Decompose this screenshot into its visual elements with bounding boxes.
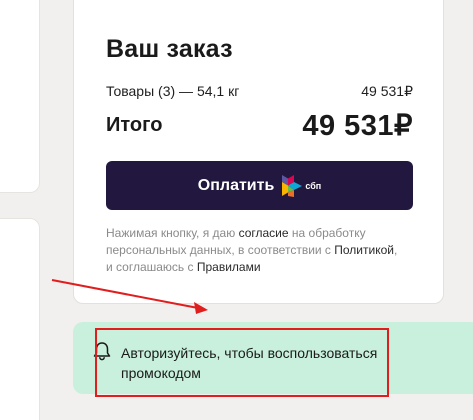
goods-row: Товары (3) — 54,1 кг 49 531₽ (106, 81, 413, 101)
rules-link[interactable]: Правилами (197, 260, 261, 274)
order-summary-card: Ваш заказ Товары (3) — 54,1 кг 49 531₽ И… (73, 0, 444, 304)
consent-link[interactable]: согласие (239, 226, 289, 240)
total-label: Итого (106, 113, 163, 136)
total-value: 49 531₽ (302, 109, 413, 142)
annotation-highlight-box (95, 328, 389, 397)
pay-button[interactable]: Оплатить сбп (106, 161, 413, 210)
consent-text: Нажимая кнопку, я даю согласие на обрабо… (106, 225, 406, 276)
goods-label: Товары (3) — 54,1 кг (106, 83, 240, 99)
total-row: Итого 49 531₽ (106, 107, 413, 143)
sbp-logo-text: сбп (305, 180, 322, 191)
goods-price: 49 531₽ (361, 82, 413, 99)
left-panel-card (0, 218, 40, 420)
consent-text-part: Нажимая кнопку, я даю (106, 226, 239, 240)
checkout-page: Ваш заказ Товары (3) — 54,1 кг 49 531₽ И… (0, 0, 473, 420)
policy-link[interactable]: Политикой (334, 243, 394, 257)
left-panel-card (0, 0, 40, 193)
pay-button-label: Оплатить (197, 176, 275, 194)
sbp-logo-icon: сбп (282, 174, 322, 197)
order-title: Ваш заказ (106, 35, 233, 63)
